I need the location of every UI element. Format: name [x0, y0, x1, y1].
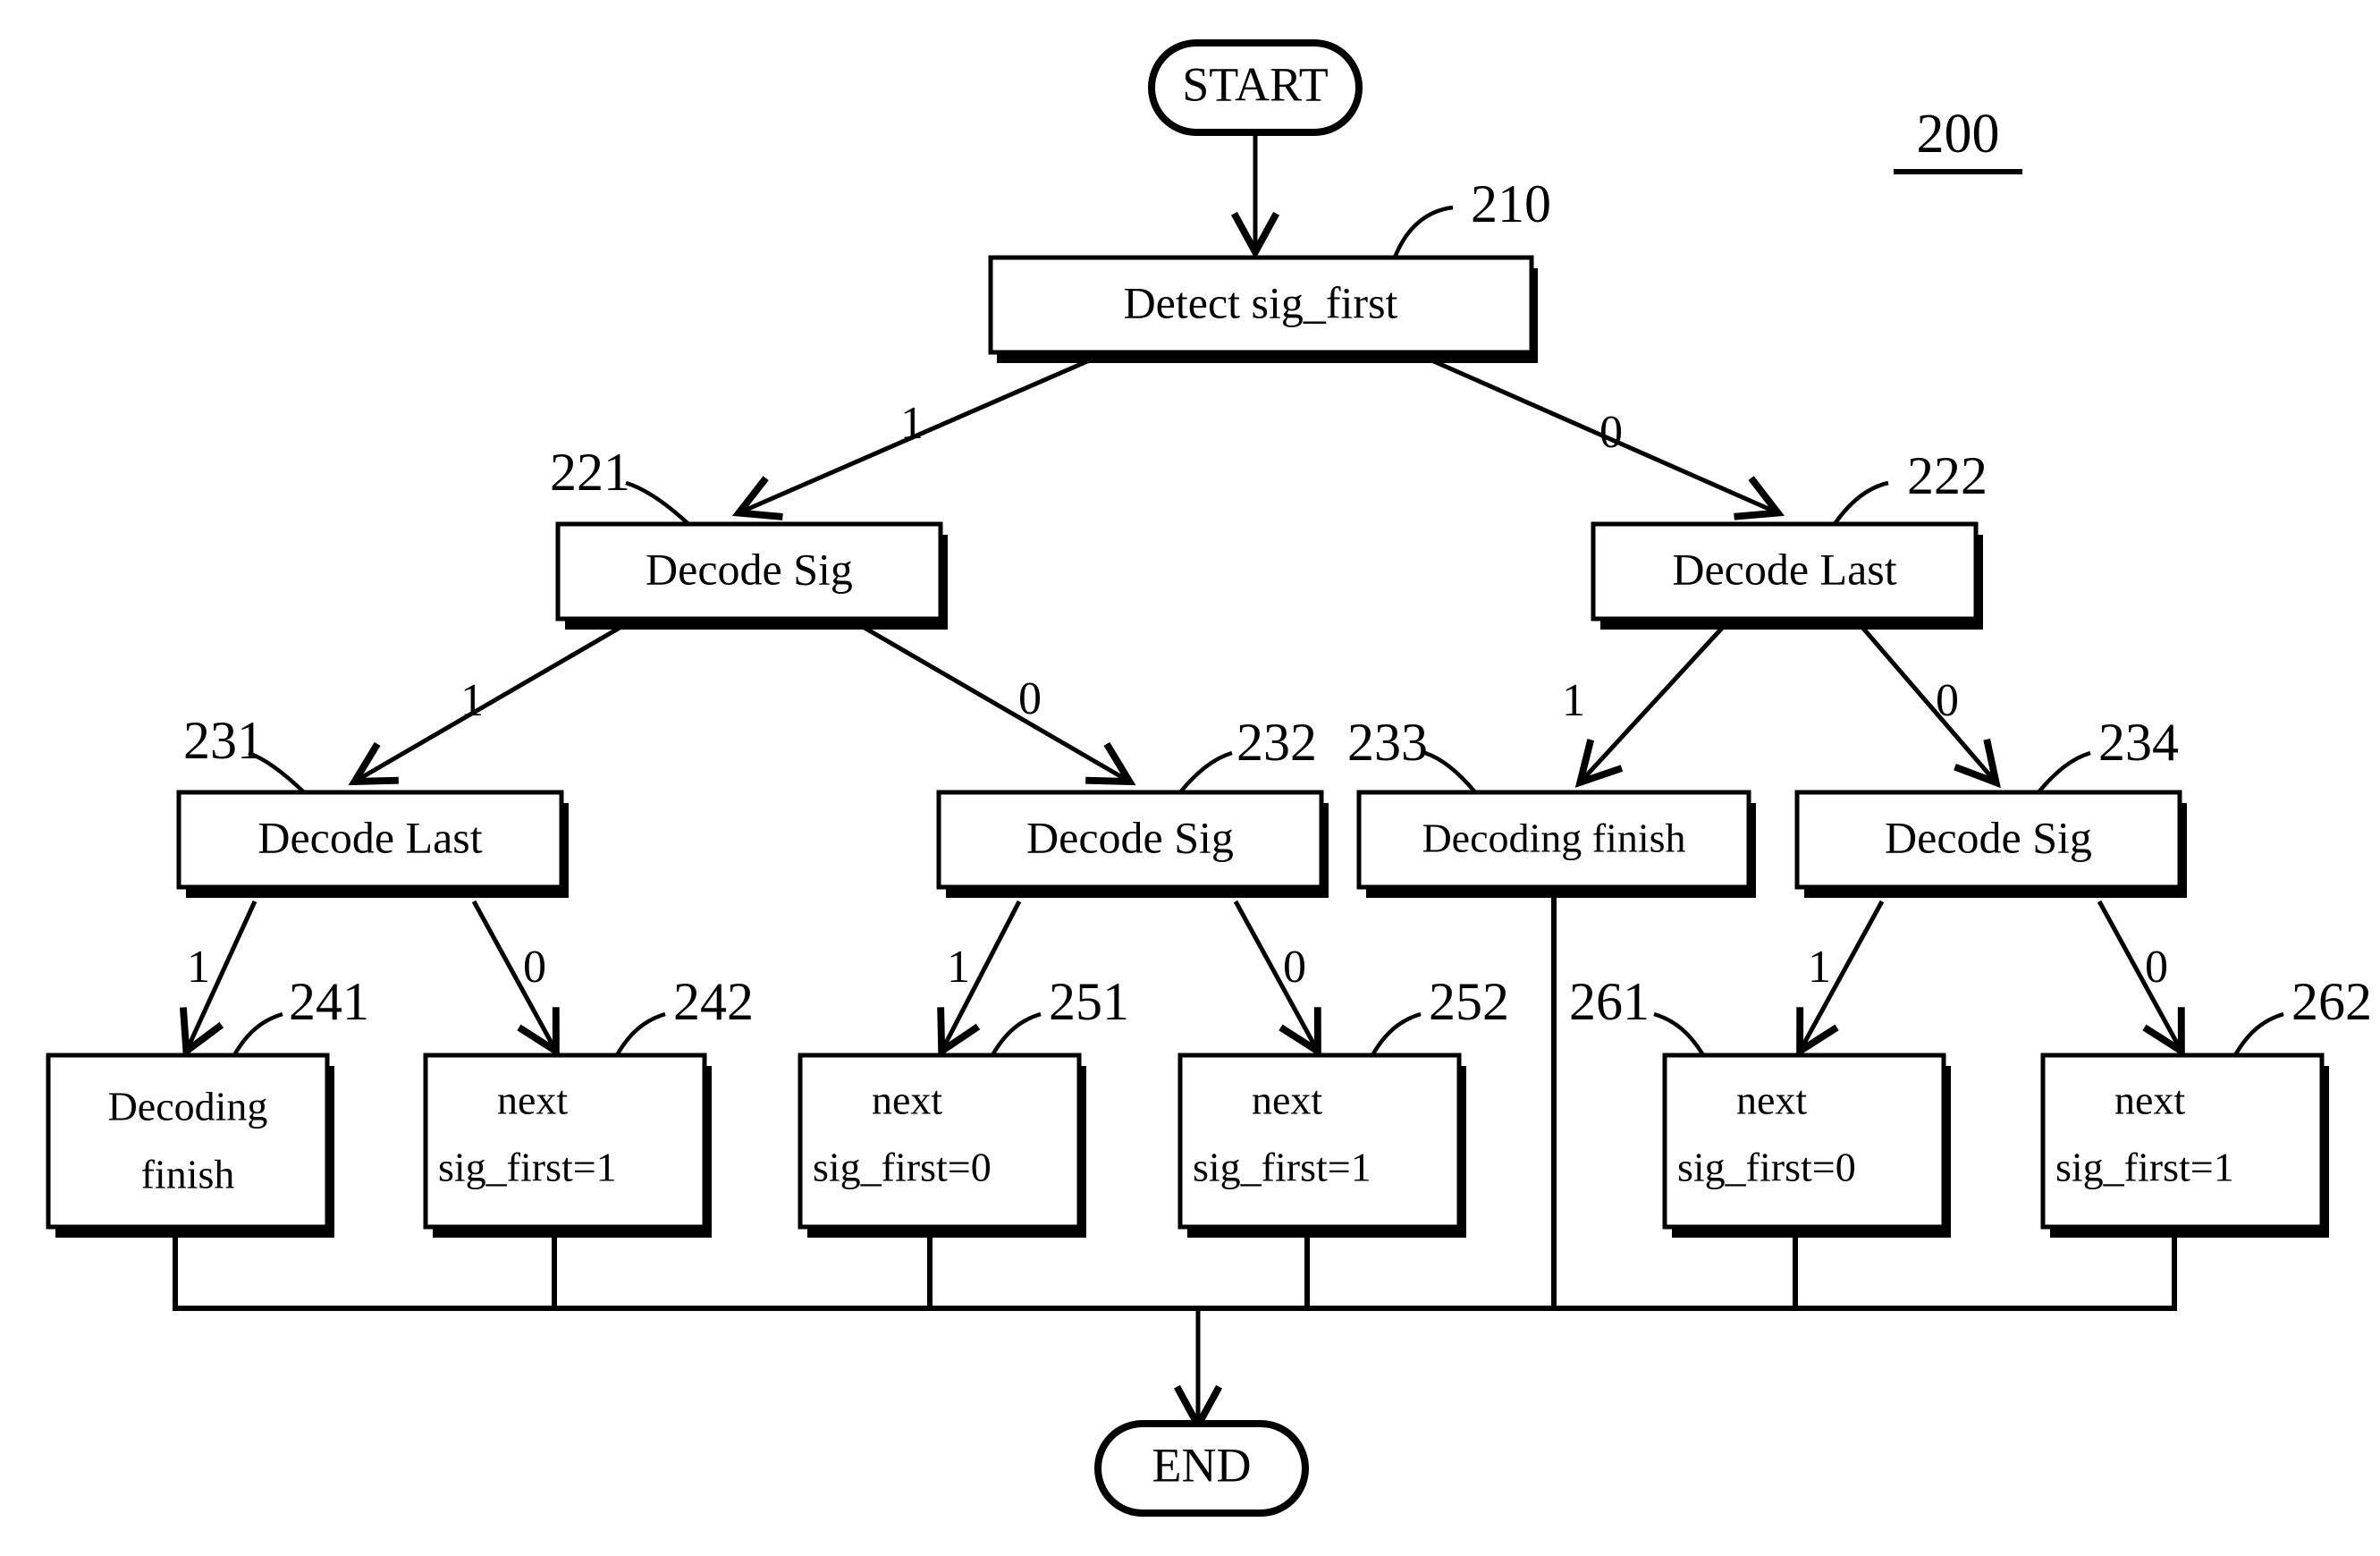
ref-234: 234: [2037, 713, 2179, 794]
edge-231-to-242: 0: [471, 900, 554, 1048]
ref-251-text: 251: [1049, 972, 1129, 1031]
ref-231: 231: [183, 711, 306, 794]
ref-234-text: 234: [2098, 713, 2179, 772]
start-terminal-label: START: [1182, 57, 1328, 111]
edge-221-to-232-label: 0: [1018, 673, 1042, 724]
node-231-decode-last: Decode Last: [176, 790, 569, 898]
edge-222-to-233: 1: [1562, 622, 1727, 780]
node-252-label-line2: sig_first=1: [1193, 1145, 1371, 1190]
node-241-label-line1: Decoding: [108, 1084, 268, 1129]
ref-222: 222: [1833, 446, 1988, 526]
node-232-decode-sig: Decode Sig: [936, 790, 1329, 898]
edge-234-to-262: 0: [2097, 900, 2180, 1048]
node-221-label: Decode Sig: [646, 544, 853, 594]
node-251-next-sig-first-0: next sig_first=0: [798, 1053, 1086, 1238]
ref-210-text: 210: [1471, 174, 1551, 233]
ref-252-text: 252: [1429, 972, 1509, 1031]
edge-221-to-232: 0: [857, 622, 1127, 780]
node-222-decode-last: Decode Last: [1591, 521, 1983, 630]
ref-232-text: 232: [1236, 713, 1317, 772]
edge-222-to-233-label: 1: [1562, 675, 1585, 726]
node-262-label-line1: next: [2114, 1078, 2185, 1123]
node-232-label: Decode Sig: [1026, 812, 1234, 862]
edge-222-to-234: 0: [1858, 622, 1994, 780]
edge-222-to-234-label: 0: [1936, 675, 1959, 726]
ref-241-text: 241: [289, 972, 369, 1031]
ref-242-text: 242: [673, 972, 754, 1031]
ref-231-text: 231: [183, 711, 264, 770]
figure-number: 200: [1894, 104, 2022, 174]
end-terminal-label: END: [1152, 1438, 1252, 1492]
edge-210-to-221-label: 1: [900, 398, 924, 449]
edge-232-to-252-label: 0: [1283, 942, 1306, 993]
ref-233-text: 233: [1347, 713, 1428, 772]
node-261-label-line1: next: [1736, 1078, 1807, 1123]
edge-231-to-241-label: 1: [187, 942, 210, 993]
node-262-label-line2: sig_first=1: [2055, 1145, 2234, 1190]
node-242-next-sig-first-1: next sig_first=1: [423, 1053, 712, 1238]
node-221-decode-sig: Decode Sig: [555, 521, 948, 630]
node-252-label-line1: next: [1252, 1078, 1322, 1123]
node-242-label-line2: sig_first=1: [438, 1145, 617, 1190]
edge-221-to-231: 1: [358, 622, 628, 780]
edge-231-to-242-label: 0: [523, 942, 546, 993]
edge-221-to-231-label: 1: [460, 675, 484, 726]
ref-222-text: 222: [1907, 446, 1988, 505]
node-261-next-sig-first-0: next sig_first=0: [1662, 1053, 1951, 1238]
node-251-label-line1: next: [872, 1078, 942, 1123]
ref-241: 241: [232, 972, 369, 1057]
ref-251: 251: [991, 972, 1129, 1057]
figure-number-text: 200: [1917, 104, 2000, 165]
edge-234-to-262-label: 0: [2145, 942, 2168, 993]
ref-252: 252: [1371, 972, 1509, 1057]
ref-221-text: 221: [550, 443, 630, 502]
edge-232-to-251-label: 1: [947, 942, 970, 993]
ref-262-text: 262: [2291, 972, 2372, 1031]
node-210-label: Detect sig_first: [1124, 277, 1398, 327]
start-terminal: START: [1148, 39, 1363, 136]
edge-234-to-261: 1: [1802, 900, 1885, 1048]
ref-221: 221: [550, 443, 690, 526]
edge-210-to-222-label: 0: [1599, 407, 1623, 458]
edge-210-to-222: 0: [1420, 353, 1775, 512]
node-251-label-line2: sig_first=0: [813, 1145, 992, 1190]
ref-210: 210: [1392, 174, 1551, 258]
node-231-label: Decode Last: [257, 812, 482, 862]
node-222-label: Decode Last: [1672, 544, 1896, 594]
node-233-label: Decoding finish: [1422, 816, 1685, 861]
node-233-decoding-finish: Decoding finish: [1356, 790, 1756, 898]
node-210-detect-sig-first: Detect sig_first: [988, 255, 1538, 363]
ref-232: 232: [1178, 713, 1317, 794]
ref-242: 242: [615, 972, 754, 1057]
ref-261: 261: [1569, 972, 1705, 1057]
edge-210-to-221: 1: [742, 353, 1101, 512]
node-262-next-sig-first-1: next sig_first=1: [2040, 1053, 2329, 1238]
edge-232-to-252: 0: [1233, 900, 1316, 1048]
node-234-label: Decode Sig: [1885, 812, 2092, 862]
node-234-decode-sig: Decode Sig: [1794, 790, 2187, 898]
flowchart-canvas: 200 START Detect sig_first 210 1 0 Decod…: [46, 39, 2372, 1517]
ref-262: 262: [2233, 972, 2372, 1057]
node-241-decoding-finish: Decoding finish: [46, 1053, 334, 1238]
edge-231-to-241: 1: [187, 900, 257, 1048]
node-252-next-sig-first-1: next sig_first=1: [1177, 1053, 1466, 1238]
edge-232-to-251: 1: [943, 900, 1022, 1048]
ref-261-text: 261: [1569, 972, 1650, 1031]
node-241-label-line2: finish: [141, 1152, 235, 1197]
node-261-label-line2: sig_first=0: [1677, 1145, 1856, 1190]
edge-234-to-261-label: 1: [1808, 942, 1831, 993]
ref-233: 233: [1347, 713, 1477, 794]
end-terminal: END: [1094, 1420, 1309, 1517]
node-242-label-line1: next: [497, 1078, 568, 1123]
patent-flowchart-figure: 200 START Detect sig_first 210 1 0 Decod…: [0, 0, 2380, 1556]
